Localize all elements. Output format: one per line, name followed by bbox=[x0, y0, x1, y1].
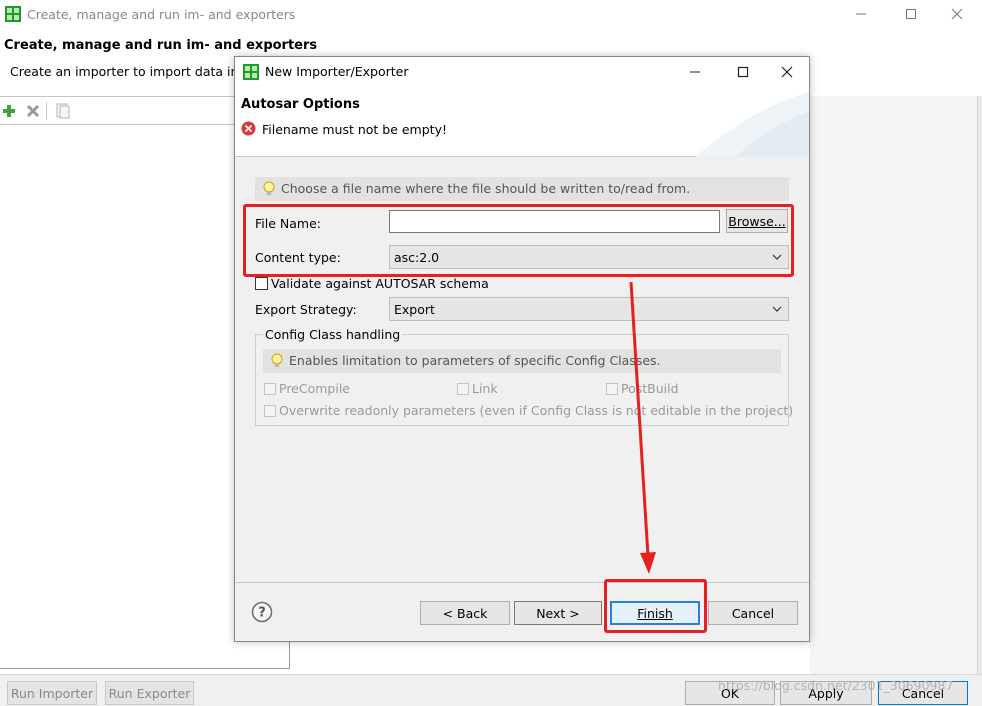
annotation-highlight-fields bbox=[243, 204, 794, 277]
export-strategy-value: Export bbox=[394, 302, 435, 317]
cancel-button-label: Cancel bbox=[731, 605, 775, 621]
wizard-page-title: Autosar Options bbox=[241, 97, 360, 112]
validate-label[interactable]: Validate against AUTOSAR schema bbox=[271, 276, 489, 291]
overwrite-readonly-checkbox[interactable] bbox=[264, 405, 276, 417]
link-label: Link bbox=[472, 381, 498, 396]
run-importer-button[interactable]: Run Importer bbox=[7, 681, 97, 705]
export-strategy-label: Export Strategy: bbox=[255, 302, 357, 317]
close-icon[interactable] bbox=[944, 4, 970, 24]
new-importer-exporter-dialog: New Importer/Exporter Autosar Options Fi… bbox=[234, 56, 810, 642]
list-toolbar bbox=[0, 100, 234, 122]
copy-icon[interactable] bbox=[56, 103, 70, 119]
validate-checkbox[interactable] bbox=[255, 277, 268, 290]
back-button-label: < Back bbox=[442, 605, 488, 621]
delete-icon[interactable] bbox=[26, 104, 40, 118]
maximize-icon[interactable] bbox=[729, 61, 757, 83]
page-description: Create an importer to import data into bbox=[10, 64, 251, 79]
config-class-legend: Config Class handling bbox=[263, 327, 403, 342]
details-panel bbox=[810, 96, 978, 674]
toolbar-separator bbox=[46, 102, 47, 120]
precompile-label: PreCompile bbox=[279, 381, 350, 396]
overwrite-readonly-label: Overwrite readonly parameters (even if C… bbox=[279, 403, 794, 418]
annotation-highlight-finish bbox=[604, 579, 707, 633]
minimize-icon[interactable] bbox=[681, 61, 709, 83]
error-message: Filename must not be empty! bbox=[262, 122, 447, 137]
config-hint-bar: Enables limitation to parameters of spec… bbox=[263, 349, 781, 373]
maximize-icon[interactable] bbox=[898, 4, 924, 24]
header-decoration bbox=[695, 92, 809, 157]
minimize-icon[interactable] bbox=[848, 4, 874, 24]
run-exporter-button[interactable]: Run Exporter bbox=[105, 681, 194, 705]
dialog-title: New Importer/Exporter bbox=[265, 64, 409, 79]
config-hint-text: Enables limitation to parameters of spec… bbox=[289, 353, 661, 368]
close-icon[interactable] bbox=[773, 61, 801, 83]
postbuild-checkbox[interactable] bbox=[606, 383, 618, 395]
next-button[interactable]: Next > bbox=[514, 601, 602, 625]
cancel-button[interactable]: Cancel bbox=[708, 601, 798, 625]
add-icon[interactable] bbox=[2, 104, 16, 118]
chevron-down-icon bbox=[772, 306, 782, 312]
app-icon bbox=[5, 6, 21, 22]
scrollbar[interactable] bbox=[977, 96, 982, 674]
precompile-checkbox[interactable] bbox=[264, 383, 276, 395]
back-button[interactable]: < Back bbox=[420, 601, 510, 625]
export-strategy-select[interactable]: Export bbox=[389, 297, 789, 321]
page-heading: Create, manage and run im- and exporters bbox=[4, 38, 318, 53]
hint-text: Choose a file name where the file should… bbox=[281, 181, 691, 196]
wizard-header: Autosar Options Filename must not be emp… bbox=[235, 87, 809, 157]
lightbulb-icon bbox=[263, 181, 275, 195]
postbuild-label: PostBuild bbox=[621, 381, 679, 396]
next-button-label: Next > bbox=[536, 605, 580, 621]
hint-bar: Choose a file name where the file should… bbox=[255, 177, 789, 201]
help-icon[interactable]: ? bbox=[251, 601, 273, 623]
app-icon bbox=[243, 64, 259, 80]
divider bbox=[235, 582, 809, 583]
lightbulb-icon bbox=[271, 353, 283, 367]
svg-text:?: ? bbox=[258, 606, 266, 621]
background-window-title: Create, manage and run im- and exporters bbox=[27, 7, 296, 22]
link-checkbox[interactable] bbox=[457, 383, 469, 395]
error-icon bbox=[241, 121, 256, 136]
watermark: https://blog.csdn.net/2301_30690987 bbox=[718, 678, 954, 693]
